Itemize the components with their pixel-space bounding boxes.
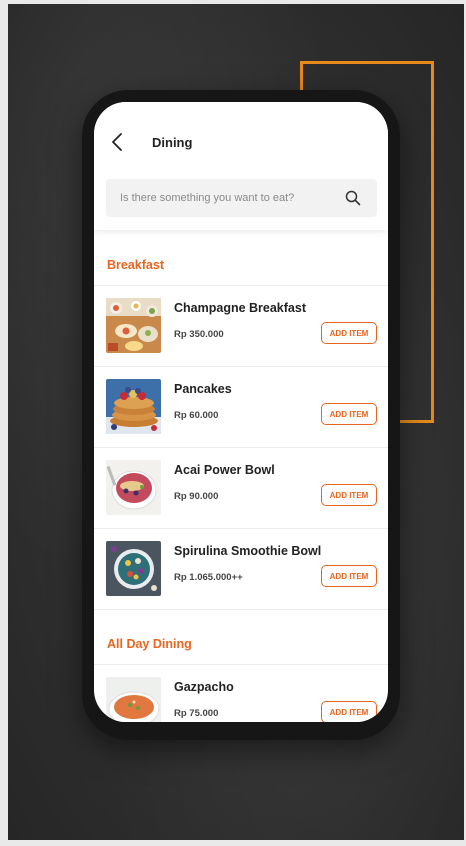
- item-name: Spirulina Smoothie Bowl: [174, 544, 322, 558]
- back-arrow-icon[interactable]: [108, 132, 128, 152]
- item-name: Pancakes: [174, 382, 232, 396]
- item-price: Rp 90.000: [174, 491, 219, 502]
- menu-item: Champagne Breakfast Rp 350.000 ADD ITEM: [94, 285, 388, 366]
- item-name: Champagne Breakfast: [174, 301, 306, 315]
- page-title: Dining: [152, 135, 193, 150]
- header-bar: Dining: [94, 102, 388, 230]
- add-item-button[interactable]: ADD ITEM: [321, 565, 377, 587]
- item-name: Gazpacho: [174, 680, 234, 694]
- section-divider: [94, 609, 388, 610]
- search-bar: [106, 179, 377, 217]
- menu-item: Gazpacho Rp 75.000 ADD ITEM: [94, 664, 388, 722]
- menu-item: Acai Power Bowl Rp 90.000 ADD ITEM: [94, 447, 388, 528]
- pancakes-image: [106, 379, 161, 434]
- acai-bowl-image: [106, 460, 161, 515]
- add-item-button[interactable]: ADD ITEM: [321, 701, 377, 722]
- add-item-button[interactable]: ADD ITEM: [321, 403, 377, 425]
- champagne-breakfast-image: [106, 298, 161, 353]
- item-name: Acai Power Bowl: [174, 463, 275, 477]
- item-price: Rp 60.000: [174, 410, 219, 421]
- item-price: Rp 350.000: [174, 329, 224, 340]
- gazpacho-image: [106, 677, 161, 722]
- menu-item: Pancakes Rp 60.000 ADD ITEM: [94, 366, 388, 447]
- search-input[interactable]: [106, 179, 336, 217]
- search-icon[interactable]: [345, 190, 361, 206]
- item-price: Rp 75.000: [174, 708, 219, 719]
- spirulina-bowl-image: [106, 541, 161, 596]
- menu-item: Spirulina Smoothie Bowl Rp 1.065.000++ A…: [94, 528, 388, 609]
- item-price: Rp 1.065.000++: [174, 572, 243, 583]
- add-item-button[interactable]: ADD ITEM: [321, 484, 377, 506]
- section-title-breakfast: Breakfast: [107, 258, 164, 272]
- section-title-all-day-dining: All Day Dining: [107, 637, 192, 651]
- add-item-button[interactable]: ADD ITEM: [321, 322, 377, 344]
- phone-screen: Dining Breakfast Champagne Breakf: [94, 102, 388, 722]
